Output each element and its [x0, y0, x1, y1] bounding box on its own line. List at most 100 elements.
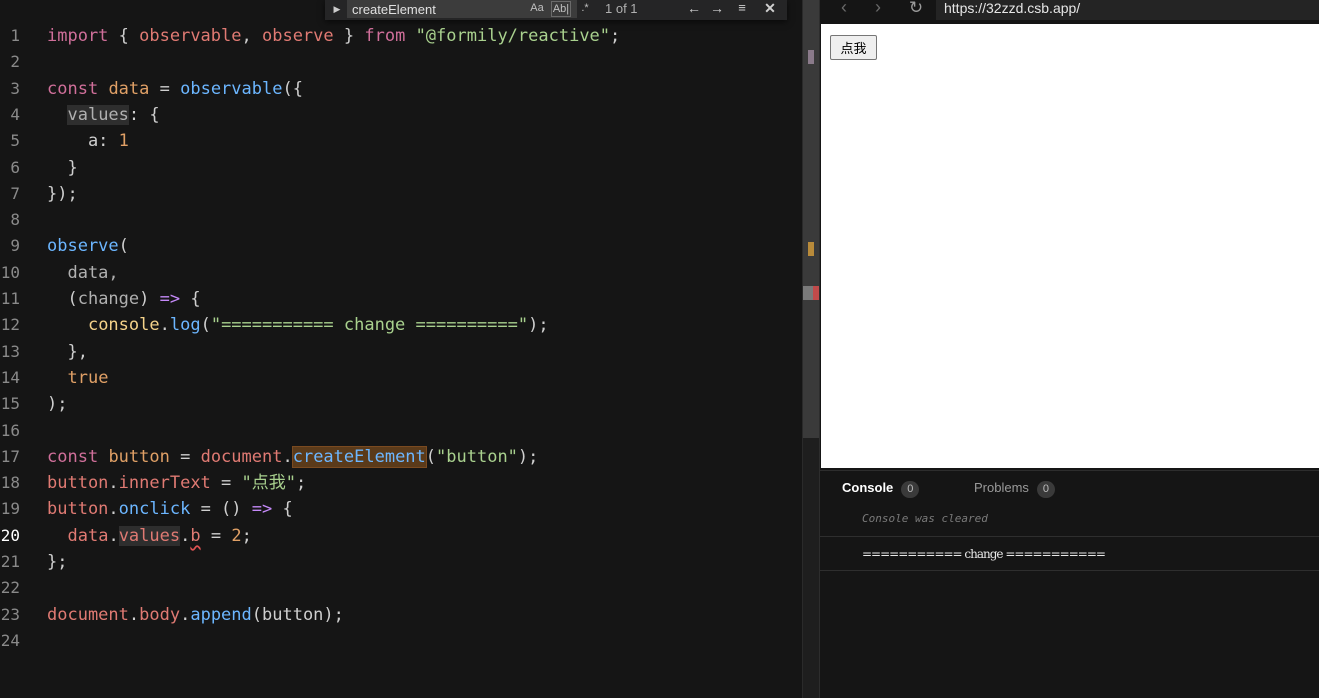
code-token: }); [47, 183, 78, 204]
line-code: const data = observable({ [47, 76, 303, 102]
code-token: { [180, 289, 201, 309]
chevron-right-icon[interactable]: ▶ [331, 0, 343, 20]
line-number: 7 [10, 183, 20, 203]
chevron-left-icon[interactable]: ‹ [834, 0, 854, 20]
line-code: ); [47, 391, 67, 417]
regex-icon[interactable]: .* [575, 1, 595, 17]
editor-scrollbar[interactable] [802, 0, 819, 698]
code-line[interactable]: 5 a: 1 [0, 128, 802, 154]
scrollbar-thumb[interactable] [803, 0, 819, 438]
whole-word-icon[interactable]: Ab| [551, 1, 571, 17]
code-line[interactable]: 23 document.body.append(button); [0, 602, 802, 628]
refresh-icon[interactable]: ↻ [906, 0, 926, 20]
code-line[interactable]: 1 import { observable, observe } from "@f… [0, 23, 802, 49]
line-number: 24 [0, 630, 20, 650]
console-separator [820, 536, 1319, 537]
code-token: ( [118, 236, 129, 257]
line-code: data.values.b = 2; [47, 523, 252, 549]
code-line[interactable]: 9 observe( [0, 233, 802, 259]
find-widget: ▶ Aa Ab| .* 1 of 1 ← → ≡ ✕ [325, 0, 787, 20]
code-line[interactable]: 8 [0, 207, 802, 233]
code-token: ( [47, 289, 78, 309]
code-token: . [108, 525, 119, 546]
browser-toolbar: ‹ › ↻ https://32zzd.csb.app/ [820, 0, 1319, 24]
code-token: observe [47, 236, 119, 257]
code-line[interactable]: 21}; [0, 549, 802, 575]
code-token: data [108, 78, 150, 99]
code-token: document [47, 604, 129, 625]
code-token: innerText [118, 473, 211, 494]
code-line[interactable]: 16 [0, 418, 802, 444]
url-field[interactable]: https://32zzd.csb.app/ [936, 0, 1319, 20]
line-code: button.innerText = "点我"; [47, 470, 306, 496]
code-line[interactable]: 3 const data = observable({ [0, 76, 802, 102]
code-token: button [108, 446, 170, 467]
code-token: import [47, 26, 109, 46]
tab-console[interactable]: Console 0 [842, 479, 920, 498]
code-token: change [77, 289, 140, 309]
code-token: ( [425, 446, 437, 467]
line-number: 15 [0, 394, 20, 414]
line-number: 11 [0, 289, 20, 308]
code-token: ({ [282, 78, 303, 99]
code-token: ); [517, 446, 539, 467]
match-case-icon[interactable]: Aa [527, 1, 547, 17]
code-line[interactable]: 17 const button = document.createElement(… [0, 444, 802, 470]
code-token: ); [528, 315, 549, 336]
code-token: . [180, 525, 191, 546]
line-code: }, [47, 339, 88, 365]
code-line[interactable]: 15); [0, 391, 802, 417]
line-number: 21 [0, 552, 20, 571]
code-token: document [200, 446, 283, 467]
close-icon[interactable]: ✕ [761, 0, 779, 18]
code-line[interactable]: 2 [0, 49, 802, 75]
code-line[interactable]: 11 (change) => { [0, 286, 802, 312]
code-token: "button" [436, 446, 518, 467]
arrow-down-icon[interactable]: → [708, 0, 726, 18]
line-code: a: 1 [47, 128, 129, 154]
code-token: button [47, 499, 109, 520]
code-token: log [169, 315, 201, 336]
code-line[interactable]: 20 data.values.b = 2; [0, 523, 802, 549]
code-editor[interactable]: 1 import { observable, observe } from "@f… [0, 0, 802, 698]
code-line[interactable]: 14 true [0, 365, 802, 391]
code-token: , [241, 26, 262, 46]
code-line[interactable]: 22 [0, 575, 802, 601]
line-code: button.onclick = () => { [47, 496, 293, 522]
code-token: from [364, 26, 406, 46]
line-number: 4 [10, 104, 20, 124]
code-line[interactable]: 24 [0, 628, 802, 654]
code-token: "=========== change ==========" [210, 315, 529, 336]
code-token: = [200, 525, 232, 546]
code-token: ; [296, 473, 307, 494]
code-line[interactable]: 7}); [0, 181, 802, 207]
code-line[interactable]: 4 values: { [0, 102, 802, 128]
find-in-selection-icon[interactable]: ≡ [733, 0, 751, 18]
line-code: import { observable, observe } from "@fo… [47, 23, 620, 49]
code-token: } [47, 157, 78, 178]
code-line[interactable]: 6 } [0, 155, 802, 181]
code-token: a: [47, 131, 119, 152]
line-number: 16 [0, 420, 20, 440]
line-number: 22 [0, 578, 20, 598]
arrow-up-icon[interactable]: ← [685, 0, 703, 18]
code-line[interactable]: 19 button.onclick = () => { [0, 496, 802, 522]
code-token: . [108, 499, 119, 520]
code-line[interactable]: 18 button.innerText = "点我"; [0, 470, 802, 496]
code-token: . [128, 604, 140, 625]
code-token: }, [47, 341, 88, 362]
chevron-right-icon[interactable]: › [868, 0, 888, 20]
code-token: data, [47, 262, 119, 283]
code-token: console [87, 315, 160, 336]
line-code: observe( [47, 233, 129, 259]
line-code: const button = document.createElement("b… [47, 444, 538, 470]
code-token: => [159, 289, 181, 309]
line-code: document.body.append(button); [47, 602, 344, 628]
code-line[interactable]: 13 }, [0, 339, 802, 365]
code-line[interactable]: 10 data, [0, 260, 802, 286]
tab-problems[interactable]: Problems 0 [974, 479, 1055, 498]
code-token: b [190, 525, 201, 546]
code-line[interactable]: 12 console.log("=========== change =====… [0, 312, 802, 338]
page-button[interactable]: 点我 [830, 35, 877, 60]
code-token: } [333, 26, 365, 46]
